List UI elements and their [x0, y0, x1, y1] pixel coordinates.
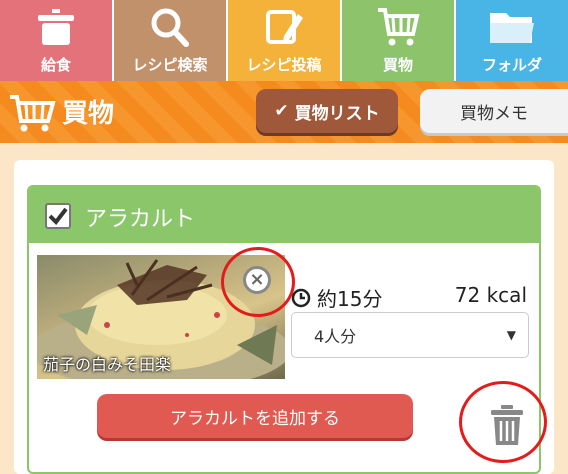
alacarte-card: アラカルト 茄子の白みそ田楽 × 約15分 72 kcal 4人分 ▼ アラカル… — [27, 185, 547, 474]
highlight-circle — [221, 247, 295, 317]
pencil-icon — [262, 4, 306, 50]
add-alacarte-button[interactable]: アラカルトを追加する — [97, 394, 413, 438]
tab-label: レシピ投稿 — [246, 56, 322, 74]
tab-recipe-search[interactable]: レシピ検索 — [114, 0, 228, 81]
calories: 72 kcal — [454, 283, 527, 307]
tab-folder[interactable]: フォルダ — [456, 0, 568, 81]
clock-icon — [291, 288, 311, 307]
pot-icon — [34, 4, 78, 50]
shopping-memo-button[interactable]: 買物メモ — [420, 89, 568, 133]
card-checkbox[interactable] — [45, 203, 71, 229]
tab-label: レシピ検索 — [132, 56, 208, 74]
tab-label: フォルダ — [481, 56, 542, 74]
card-title: アラカルト — [85, 207, 196, 232]
highlight-circle — [459, 381, 547, 463]
tab-kyushoku[interactable]: 給食 — [0, 0, 114, 81]
check-icon — [48, 207, 68, 225]
cook-time: 約15分 — [291, 283, 382, 312]
servings-value: 4人分 — [314, 327, 357, 346]
shopping-list-button[interactable]: ✔ 買物リスト — [256, 89, 398, 133]
tab-label: 買物 — [382, 56, 413, 74]
page-title: 買物 — [62, 99, 115, 129]
tab-shopping[interactable]: 買物 — [342, 0, 456, 81]
shopping-list-label: 買物リスト — [294, 103, 380, 124]
check-icon: ✔ — [274, 101, 289, 121]
shopping-memo-label: 買物メモ — [460, 103, 528, 124]
dropdown-arrow-icon: ▼ — [506, 328, 516, 342]
servings-select[interactable]: 4人分 ▼ — [291, 312, 529, 358]
cart-icon — [376, 4, 420, 50]
tab-recipe-post[interactable]: レシピ投稿 — [228, 0, 342, 81]
card-header: アラカルト — [29, 187, 539, 243]
tab-label: 給食 — [40, 56, 71, 74]
folder-icon — [488, 4, 536, 50]
search-icon — [148, 4, 192, 50]
cart-icon — [8, 93, 56, 137]
add-alacarte-label: アラカルトを追加する — [170, 408, 340, 429]
cook-time-value: 約15分 — [317, 287, 383, 311]
recipe-name: 茄子の白みそ田楽 — [43, 355, 172, 374]
top-nav: 給食 レシピ検索 レシピ投稿 買物 フォルダ — [0, 0, 568, 81]
